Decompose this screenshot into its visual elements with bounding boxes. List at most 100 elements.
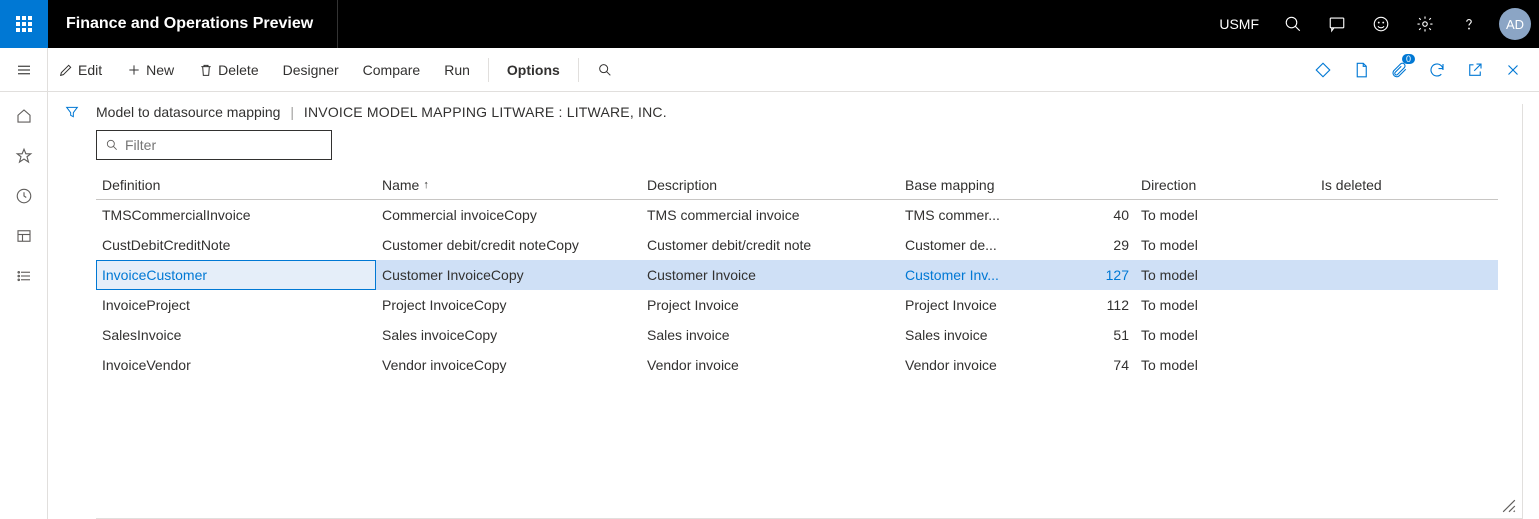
table-cell: Vendor invoiceCopy xyxy=(376,357,641,373)
col-name[interactable]: Name↑ xyxy=(376,177,641,193)
search-icon xyxy=(105,138,119,152)
popout-icon xyxy=(1466,61,1484,79)
avatar[interactable]: AD xyxy=(1499,8,1531,40)
diamond-icon xyxy=(1314,61,1332,79)
table-row[interactable]: InvoiceVendorVendor invoiceCopyVendor in… xyxy=(96,350,1498,380)
table-cell: Sales invoice xyxy=(899,327,1079,343)
table-cell: Project Invoice xyxy=(899,297,1079,313)
nav-toggle-button[interactable] xyxy=(0,48,48,92)
table-row[interactable]: InvoiceCustomerCustomer InvoiceCopyCusto… xyxy=(96,260,1498,290)
gear-icon xyxy=(1416,15,1434,33)
table-row[interactable]: InvoiceProjectProject InvoiceCopyProject… xyxy=(96,290,1498,320)
table-cell: Project Invoice xyxy=(641,297,899,313)
nav-recent[interactable] xyxy=(0,176,48,216)
command-bar: Edit New Delete Designer Compare Run Opt… xyxy=(0,48,1539,92)
table-cell: Customer de... xyxy=(899,237,1079,253)
sort-asc-icon: ↑ xyxy=(423,179,429,191)
designer-label: Designer xyxy=(283,62,339,78)
pencil-icon xyxy=(58,62,74,78)
col-definition[interactable]: Definition xyxy=(96,177,376,193)
delete-button[interactable]: Delete xyxy=(188,56,268,84)
separator xyxy=(578,58,579,82)
data-grid: Definition Name↑ Description Base mappin… xyxy=(96,170,1498,380)
col-direction[interactable]: Direction xyxy=(1135,177,1315,193)
table-cell: To model xyxy=(1135,207,1315,223)
separator xyxy=(488,58,489,82)
table-row[interactable]: TMSCommercialInvoiceCommercial invoiceCo… xyxy=(96,200,1498,230)
feedback-button[interactable] xyxy=(1359,0,1403,48)
company-code[interactable]: USMF xyxy=(1207,16,1271,32)
table-cell: Customer debit/credit noteCopy xyxy=(376,237,641,253)
edit-button[interactable]: Edit xyxy=(48,56,112,84)
search-icon xyxy=(597,62,613,78)
diamond-button[interactable] xyxy=(1305,52,1341,88)
run-button[interactable]: Run xyxy=(434,56,480,84)
help-button[interactable] xyxy=(1447,0,1491,48)
search-button[interactable] xyxy=(1271,0,1315,48)
attachments-button[interactable] xyxy=(1381,52,1417,88)
table-row[interactable]: SalesInvoiceSales invoiceCopySales invoi… xyxy=(96,320,1498,350)
funnel-icon xyxy=(64,104,80,120)
search-icon xyxy=(1284,15,1302,33)
run-label: Run xyxy=(444,62,470,78)
table-cell: To model xyxy=(1135,327,1315,343)
col-is-deleted[interactable]: Is deleted xyxy=(1315,177,1425,193)
table-cell: 40 xyxy=(1079,207,1135,223)
designer-button[interactable]: Designer xyxy=(273,56,349,84)
table-cell: InvoiceProject xyxy=(96,297,376,313)
refresh-button[interactable] xyxy=(1419,52,1455,88)
table-cell: To model xyxy=(1135,297,1315,313)
paperclip-icon xyxy=(1390,61,1408,79)
new-button[interactable]: New xyxy=(116,56,184,84)
table-cell: Sales invoice xyxy=(641,327,899,343)
edit-label: Edit xyxy=(78,62,102,78)
main-content: Model to datasource mapping | INVOICE MO… xyxy=(96,92,1539,519)
popout-button[interactable] xyxy=(1457,52,1493,88)
table-cell: TMS commercial invoice xyxy=(641,207,899,223)
close-button[interactable] xyxy=(1495,52,1531,88)
nav-home[interactable] xyxy=(0,96,48,136)
resize-icon xyxy=(1502,499,1516,513)
filter-input[interactable] xyxy=(125,137,323,153)
table-cell: Vendor invoice xyxy=(899,357,1079,373)
table-cell: To model xyxy=(1135,237,1315,253)
nav-workspaces[interactable] xyxy=(0,216,48,256)
filter-pane-toggle[interactable] xyxy=(48,92,96,519)
page-button[interactable] xyxy=(1343,52,1379,88)
waffle-icon xyxy=(16,16,32,32)
breadcrumb-part1: Model to datasource mapping xyxy=(96,104,280,120)
list-icon xyxy=(15,267,33,285)
table-cell: Customer Invoice xyxy=(641,267,899,283)
resize-handle[interactable] xyxy=(1502,499,1516,516)
table-cell: 127 xyxy=(1079,267,1135,283)
help-icon xyxy=(1460,15,1478,33)
refresh-icon xyxy=(1428,61,1446,79)
trash-icon xyxy=(198,62,214,78)
table-cell: TMSCommercialInvoice xyxy=(96,207,376,223)
clock-icon xyxy=(15,187,33,205)
breadcrumb-part2: INVOICE MODEL MAPPING LITWARE : LITWARE,… xyxy=(304,104,667,120)
table-cell: CustDebitCreditNote xyxy=(96,237,376,253)
new-label: New xyxy=(146,62,174,78)
messages-button[interactable] xyxy=(1315,0,1359,48)
col-base-mapping[interactable]: Base mapping xyxy=(899,177,1079,193)
plus-icon xyxy=(126,62,142,78)
hamburger-icon xyxy=(15,61,33,79)
smiley-icon xyxy=(1372,15,1390,33)
settings-button[interactable] xyxy=(1403,0,1447,48)
compare-button[interactable]: Compare xyxy=(353,56,431,84)
table-row[interactable]: CustDebitCreditNoteCustomer debit/credit… xyxy=(96,230,1498,260)
table-cell: Customer debit/credit note xyxy=(641,237,899,253)
nav-modules[interactable] xyxy=(0,256,48,296)
options-button[interactable]: Options xyxy=(497,56,570,84)
breadcrumb: Model to datasource mapping | INVOICE MO… xyxy=(96,104,1498,130)
filter-box[interactable] xyxy=(96,130,332,160)
table-cell: 51 xyxy=(1079,327,1135,343)
home-icon xyxy=(15,107,33,125)
app-launcher-button[interactable] xyxy=(0,0,48,48)
col-description[interactable]: Description xyxy=(641,177,899,193)
table-cell: 112 xyxy=(1079,297,1135,313)
find-button[interactable] xyxy=(587,56,623,84)
workspace-icon xyxy=(15,227,33,245)
nav-favorites[interactable] xyxy=(0,136,48,176)
